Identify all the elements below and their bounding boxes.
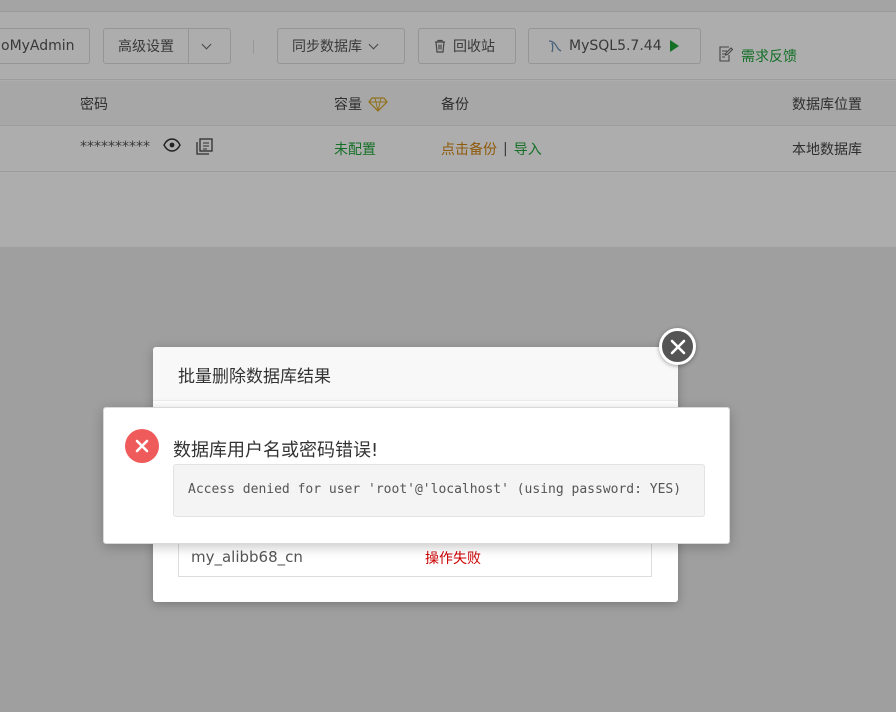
error-alert: 数据库用户名或密码错误! Access denied for user 'roo… [103, 407, 730, 544]
error-icon [125, 429, 159, 463]
result-database-name: my_alibb68_cn [191, 548, 303, 566]
result-status: 操作失败 [425, 551, 481, 567]
dialog-title: 批量删除数据库结果 [153, 347, 678, 401]
alert-title: 数据库用户名或密码错误! [173, 440, 379, 461]
alert-message: Access denied for user 'root'@'localhost… [173, 464, 705, 517]
result-table-row: my_alibb68_cn 操作失败 [178, 539, 652, 577]
close-icon [670, 339, 685, 354]
dialog-close-button[interactable] [659, 328, 696, 365]
